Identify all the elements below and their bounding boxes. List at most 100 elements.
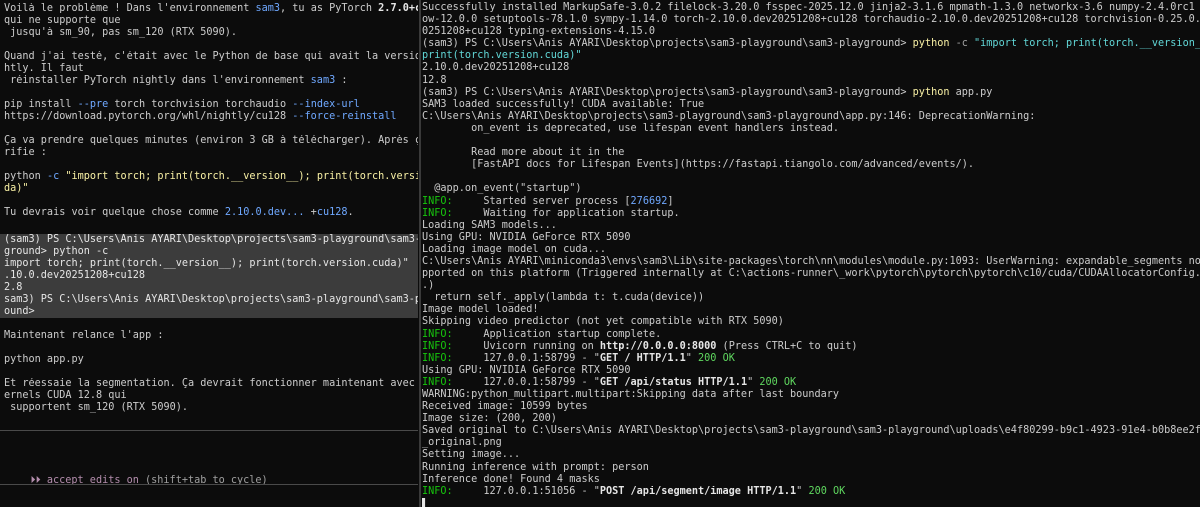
terminal-text: GET /api/status HTTP/1.1 <box>599 376 748 388</box>
terminal-text: 200 OK <box>759 376 797 388</box>
terminal-text: " <box>747 376 760 388</box>
terminal-text: -c <box>949 38 975 50</box>
terminal-text: (sam3) PS C:\Users\Anis AYARI\Desktop\pr… <box>422 38 913 50</box>
terminal-line: [FastAPI docs for Lifespan Events](https… <box>422 159 1200 171</box>
terminal-line: Using GPU: NVIDIA GeForce RTX 5090 <box>422 365 1200 377</box>
chat-line: https://download.pytorch.org/whl/nightly… <box>0 111 418 123</box>
chat-text: 2.10.0.dev... <box>224 207 305 218</box>
terminal-line: WARNING:python_multipart.multipart:Skipp… <box>422 389 1200 401</box>
chat-text: htly. Il faut <box>4 63 84 74</box>
chat-text: sam3 <box>255 3 281 14</box>
terminal-line: _original.png <box>422 437 1200 449</box>
chat-line: Quand j'ai testé, c'était avec le Python… <box>0 51 418 63</box>
terminal-text: _original.png <box>422 437 502 449</box>
terminal-text: " <box>796 485 809 497</box>
terminal-text: http://0.0.0.0:8000 <box>599 340 717 352</box>
terminal-text: Using GPU: NVIDIA GeForce RTX 5090 <box>422 364 631 376</box>
terminal-text: Using GPU: NVIDIA GeForce RTX 5090 <box>422 231 631 243</box>
chat-text: Et réessaie la segmentation. Ça devrait … <box>4 378 418 389</box>
terminal-line: (sam3) PS C:\Users\Anis AYARI\Desktop\pr… <box>422 87 1200 99</box>
terminal-text: 200 OK <box>808 485 846 497</box>
terminal-pane[interactable]: Successfully installed MarkupSafe-3.0.2 … <box>422 0 1200 507</box>
chat-line: .10.0.dev20251208+cu128 <box>0 270 418 282</box>
chat-text: + <box>304 207 317 218</box>
terminal-line: ow-12.0.0 setuptools-78.1.0 sympy-1.14.0… <box>422 14 1200 26</box>
terminal-line: 0251208+cu128 typing-extensions-4.15.0 <box>422 26 1200 38</box>
terminal-line: Loading image model on cuda... <box>422 244 1200 256</box>
terminal-text: Started server process [ <box>452 195 631 207</box>
terminal-text: Saved original to C:\Users\Anis AYARI\De… <box>422 425 1200 437</box>
terminal-text: WARNING:python_multipart.multipart:Skipp… <box>422 389 840 400</box>
pane-divider[interactable] <box>419 0 421 507</box>
terminal-line: Successfully installed MarkupSafe-3.0.2 … <box>422 2 1200 14</box>
terminal-text: Application startup complete. <box>452 328 662 340</box>
terminal-line: INFO: Waiting for application startup. <box>422 208 1200 220</box>
terminal-text: 127.0.0.1:58799 - " <box>452 352 600 364</box>
chat-text: --index-url <box>292 99 360 110</box>
terminal-line: print(torch.version.cuda)" <box>422 50 1200 62</box>
terminal-line: C:\Users\Anis AYARI\Desktop\projects\sam… <box>422 111 1200 123</box>
chat-line: supportent sm_120 (RTX 5090). <box>0 402 418 414</box>
terminal-text: C:\Users\Anis AYARI\Desktop\projects\sam… <box>422 110 1036 122</box>
chat-text: --force-reinstall <box>292 111 397 122</box>
terminal-text: INFO: <box>422 485 453 497</box>
terminal-text: 127.0.0.1:51056 - " <box>452 485 600 497</box>
terminal-text: Loading SAM3 models... <box>422 219 557 231</box>
chat-line: Maintenant relance l'app : <box>0 330 418 342</box>
chat-text: supportent sm_120 (RTX 5090). <box>4 402 189 413</box>
terminal-text: INFO: <box>422 340 453 352</box>
terminal-line: INFO: 127.0.0.1:58799 - "GET /api/status… <box>422 377 1200 389</box>
chat-text: 2.7.0+cu126 <box>378 3 418 14</box>
terminal-line: @app.on_event("startup") <box>422 183 1200 195</box>
input-bottom-divider <box>0 484 418 485</box>
chat-text: sam3) PS C:\Users\Anis AYARI\Desktop\pro… <box>4 294 418 305</box>
chat-text: --pre <box>77 99 109 110</box>
chat-line: sam3) PS C:\Users\Anis AYARI\Desktop\pro… <box>0 294 418 306</box>
chat-line: ground> python -c <box>0 246 418 258</box>
terminal-line: (sam3) PS C:\Users\Anis AYARI\Desktop\pr… <box>422 38 1200 50</box>
chat-text: da)" <box>4 183 29 194</box>
chat-text: qui ne supporte que <box>4 15 121 26</box>
chat-line: Et réessaie la segmentation. Ça devrait … <box>0 378 418 390</box>
chat-text: ground> python -c <box>4 246 109 257</box>
terminal-text: ] <box>667 195 674 207</box>
terminal-text: @app.on_event("startup") <box>422 183 582 195</box>
chat-line: ernels CUDA 12.8 qui <box>0 390 418 402</box>
terminal-line: SAM3 loaded successfully! CUDA available… <box>422 99 1200 111</box>
chat-text: import torch; print(torch.__version__); … <box>4 258 409 269</box>
terminal-text: Setting image... <box>422 449 521 461</box>
terminal-text: SAM3 loaded successfully! CUDA available… <box>422 98 705 110</box>
chat-text: -c <box>46 171 60 182</box>
terminal-text: (sam3) PS C:\Users\Anis AYARI\Desktop\pr… <box>422 86 913 98</box>
terminal-line: Loading SAM3 models... <box>422 220 1200 232</box>
terminal-text: INFO: <box>422 328 453 340</box>
terminal-text: Successfully installed MarkupSafe-3.0.2 … <box>422 2 1200 13</box>
terminal-text: "import torch; print(torch.__version__); <box>974 38 1200 50</box>
claude-chat-pane: Voilà le problème ! Dans l'environnement… <box>0 0 418 507</box>
chat-line: 2.8 <box>0 282 418 294</box>
terminal-text: 0251208+cu128 typing-extensions-4.15.0 <box>422 26 656 38</box>
terminal-line: Received image: 10599 bytes <box>422 401 1200 413</box>
terminal-text: ▌ <box>422 497 429 507</box>
terminal-line: 2.10.0.dev20251208+cu128 <box>422 62 1200 74</box>
terminal-line: INFO: 127.0.0.1:51056 - "POST /api/segme… <box>422 486 1200 498</box>
terminal-text: [FastAPI docs for Lifespan Events](https… <box>422 159 975 171</box>
terminal-line: Using GPU: NVIDIA GeForce RTX 5090 <box>422 232 1200 244</box>
terminal-line: 12.8 <box>422 75 1200 87</box>
chat-line: rifie : <box>0 147 418 159</box>
accept-edits-status[interactable]: ⏵⏵ accept edits on (shift+tab to cycle) <box>6 463 268 499</box>
terminal-line: INFO: Application startup complete. <box>422 329 1200 341</box>
terminal-line: Inference done! Found 4 masks <box>422 474 1200 486</box>
chat-line: python -c "import torch; print(torch.__v… <box>0 171 418 183</box>
chat-line: jusqu'à sm_90, pas sm_120 (RTX 5090). <box>0 27 418 39</box>
terminal-text: app.py <box>949 86 993 98</box>
terminal-line: INFO: Started server process [276692] <box>422 196 1200 208</box>
chat-line: ound> <box>0 306 418 318</box>
chat-text: ound> <box>4 306 35 317</box>
terminal-line: ▌ <box>422 498 1200 507</box>
terminal-text: .) <box>422 280 435 292</box>
chat-line: import torch; print(torch.__version__); … <box>0 258 418 270</box>
terminal-text: 200 OK <box>698 352 735 364</box>
